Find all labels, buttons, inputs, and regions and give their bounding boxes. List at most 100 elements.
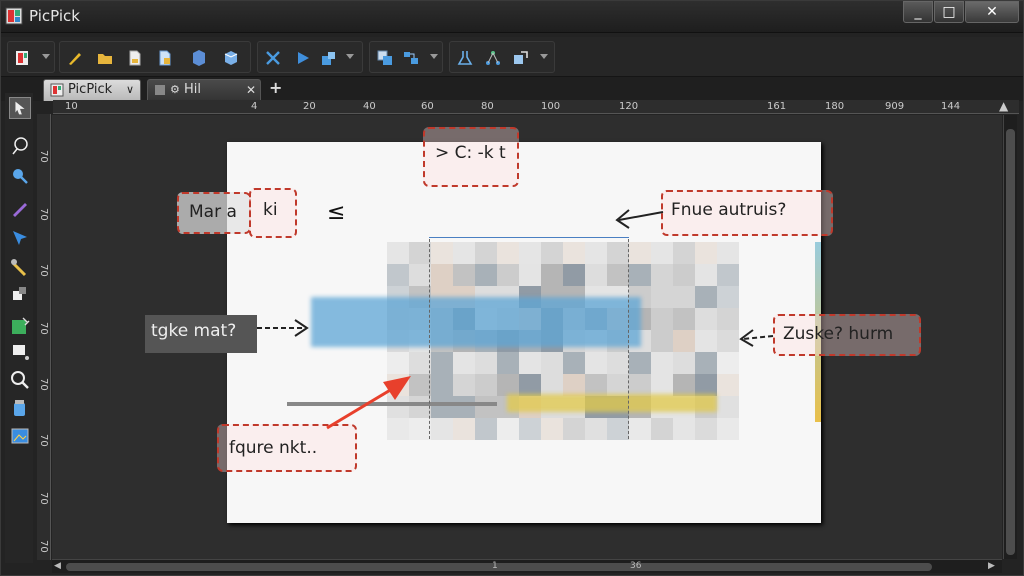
mosaic-cell [651, 264, 673, 286]
mosaic-cell [387, 418, 409, 440]
open-folder-icon[interactable] [96, 49, 114, 67]
selection-box[interactable] [429, 239, 629, 439]
crop-tool-icon[interactable] [9, 341, 31, 363]
image-tab-icon [155, 85, 165, 95]
mosaic-cell [651, 286, 673, 308]
mosaic-cell [673, 374, 695, 396]
dark-label[interactable]: tgke mat? [145, 315, 257, 353]
label-text: tgke mat? [151, 321, 237, 341]
close-tab-icon[interactable]: ✕ [246, 80, 256, 100]
flask-icon[interactable] [456, 49, 474, 67]
shape-arrow-icon[interactable] [9, 227, 31, 249]
mosaic-cell [695, 308, 717, 330]
mosaic-cell [673, 286, 695, 308]
ruler-label: 909 [885, 101, 905, 112]
title-bar: PicPick _ □ ✕ [1, 1, 1023, 33]
play-icon[interactable] [294, 49, 312, 67]
mosaic-cell [629, 264, 651, 286]
vertical-scroll-thumb[interactable] [1006, 129, 1015, 555]
maximize-button[interactable]: □ [934, 1, 964, 23]
chevron-down-icon[interactable]: ∨ [126, 80, 134, 100]
save-icon[interactable] [190, 49, 208, 67]
picture-icon[interactable] [9, 425, 31, 447]
mosaic-cell [409, 396, 431, 418]
brush-icon[interactable] [66, 49, 84, 67]
ruler-label: 161 [767, 101, 787, 112]
app-window: PicPick _ □ ✕ PicPick ∨ ⚙ Hil ✕ + 10 4 2… [0, 0, 1024, 576]
select-arrow-icon[interactable] [9, 97, 31, 119]
image-canvas[interactable]: > C: -k t Mar a ki ≤ Fnue autruis? tgke … [145, 127, 921, 523]
mosaic-cell [717, 330, 739, 352]
mosaic-cell [717, 352, 739, 374]
bucket-icon[interactable] [9, 397, 31, 419]
paste-icon[interactable] [320, 49, 338, 67]
callout-text: > C: -k t [435, 143, 506, 163]
mosaic-cell [695, 352, 717, 374]
left-callout[interactable]: Mar a [177, 192, 251, 234]
lasso-icon[interactable] [9, 135, 31, 157]
ruler-label: 70 [38, 264, 49, 277]
mosaic-effect-icon[interactable] [9, 315, 31, 337]
eyedropper-icon[interactable] [9, 257, 31, 279]
horizontal-scroll-thumb[interactable] [66, 563, 932, 571]
send-icon[interactable] [512, 49, 530, 67]
mosaic-cell [629, 418, 651, 440]
right-callout[interactable]: Fnue autruis? [661, 190, 833, 236]
mosaic-cell [695, 374, 717, 396]
mosaic-cell [409, 352, 431, 374]
cut-icon[interactable] [264, 49, 282, 67]
mosaic-cell [387, 264, 409, 286]
mosaic-cell [673, 308, 695, 330]
export-cube-icon[interactable] [222, 49, 240, 67]
close-button[interactable]: ✕ [965, 1, 1019, 23]
left-callout-2[interactable]: ki [249, 188, 297, 238]
toolbar-group-arrange [369, 41, 443, 73]
scroll-right-icon[interactable]: ▶ [988, 561, 995, 571]
mosaic-cell [717, 264, 739, 286]
scroll-left-icon[interactable]: ◀ [54, 561, 61, 571]
ruler-label: 120 [619, 101, 639, 112]
document-icon[interactable] [126, 49, 144, 67]
ruler-label: 70 [38, 434, 49, 447]
ruler-label: 60 [421, 101, 434, 112]
mosaic-cell [717, 242, 739, 264]
zoom-icon[interactable] [9, 369, 31, 391]
mosaic-cell [717, 286, 739, 308]
vertical-ruler: 70 70 70 70 70 70 70 70 [37, 114, 51, 560]
right-callout-2[interactable]: Zuske? hurm [773, 314, 921, 356]
layers-icon[interactable] [376, 49, 394, 67]
ruler-label: 70 [38, 150, 49, 163]
tab-picpick[interactable]: PicPick ∨ [43, 79, 141, 101]
align-icon[interactable] [402, 49, 420, 67]
new-capture-icon[interactable] [14, 49, 32, 67]
mosaic-cell [409, 264, 431, 286]
mosaic-cell [717, 418, 739, 440]
mosaic-cell [695, 418, 717, 440]
mosaic-cell [695, 330, 717, 352]
eraser-icon[interactable] [9, 283, 31, 305]
pencil-icon[interactable] [9, 197, 31, 219]
minimize-button[interactable]: _ [903, 1, 933, 23]
share-icon[interactable] [484, 49, 502, 67]
vertical-scrollbar[interactable] [1003, 115, 1017, 559]
new-dropdown-icon[interactable] [42, 54, 50, 59]
print-document-icon[interactable] [156, 49, 174, 67]
scroll-mark: 1 [492, 561, 498, 571]
mosaic-cell [409, 418, 431, 440]
ruler-label: 80 [481, 101, 494, 112]
send-dropdown-icon[interactable] [540, 54, 548, 59]
tool-palette [5, 93, 33, 563]
ruler-label: 70 [38, 208, 49, 221]
horizontal-scrollbar[interactable]: ◀ 1 36 ▶ [52, 559, 1002, 573]
image-tab-small-icon: ⚙ [170, 83, 180, 96]
add-tab-button[interactable]: + [269, 78, 282, 97]
top-callout[interactable]: > C: -k t [423, 127, 519, 187]
callout-text: Fnue autruis? [671, 200, 787, 220]
align-dropdown-icon[interactable] [430, 54, 438, 59]
horizontal-ruler: 10 4 20 40 60 80 100 120 161 180 909 144… [53, 99, 1019, 114]
paste-dropdown-icon[interactable] [346, 54, 354, 59]
magic-wand-icon[interactable] [9, 165, 31, 187]
bottom-callout[interactable]: fqure nkt.. [217, 424, 357, 472]
mosaic-cell [717, 374, 739, 396]
tab-hil[interactable]: ⚙ Hil ✕ [147, 79, 261, 101]
